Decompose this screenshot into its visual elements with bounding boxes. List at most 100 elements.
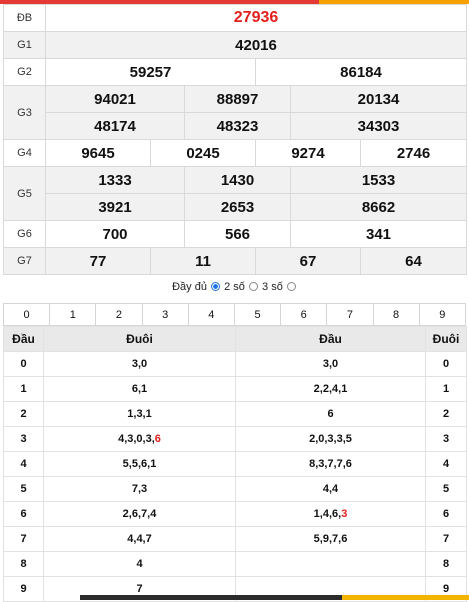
prize-number: 11 — [150, 247, 256, 275]
digit-filter-3[interactable]: 3 — [141, 303, 189, 326]
prize-number: 341 — [289, 220, 468, 248]
row-g7: G7 77 11 67 64 — [3, 247, 468, 275]
head-list — [235, 551, 426, 577]
head-digit: 1 — [3, 376, 44, 402]
table-row: 8 4 8 — [3, 551, 467, 577]
loto-table: Đầu Đuôi Đầu Đuôi 0 3,0 3,0 0 1 6,1 2,2,… — [3, 326, 467, 602]
head-digit: 6 — [3, 501, 44, 527]
digit-filter-5[interactable]: 5 — [233, 303, 282, 326]
table-row: 0 3,0 3,0 0 — [3, 351, 467, 377]
prize-number: 64 — [359, 247, 468, 275]
digit-filter: 0 1 2 3 4 5 6 7 8 9 — [2, 303, 467, 326]
table-row: 4 5,5,6,1 8,3,7,7,6 4 — [3, 451, 467, 477]
table-row: 6 2,6,7,4 1,4,6,3 6 — [3, 501, 467, 527]
digit-filter-9[interactable]: 9 — [418, 303, 467, 326]
special-tail-value: 6 — [154, 433, 161, 445]
special-head-value: 3 — [341, 508, 348, 520]
head-digit: 2 — [3, 401, 44, 427]
radio-3-digits[interactable] — [248, 281, 258, 291]
special-prize: 27936 — [44, 4, 468, 32]
tail-list: 2,6,7,4 — [43, 501, 236, 527]
prize-number: 3921 — [45, 193, 185, 221]
tail-digit: 8 — [425, 551, 467, 577]
display-options: Đầy đủ 2 số 3 số — [0, 281, 469, 293]
table-row: 2 1,3,1 6 2 — [3, 401, 467, 427]
tail-digit: 1 — [425, 376, 467, 402]
prize-number: 59257 — [45, 58, 256, 86]
bottom-banner-strip — [80, 595, 469, 600]
digit-filter-1[interactable]: 1 — [49, 303, 97, 326]
prize-number: 48323 — [184, 112, 291, 140]
head-digit: 9 — [3, 576, 44, 602]
radio-2-digits[interactable] — [211, 281, 221, 291]
header-dau: Đầu — [3, 326, 44, 352]
head-list: 1,4,6,3 — [235, 501, 426, 527]
prize-number: 1533 — [289, 166, 468, 194]
tail-digit: 6 — [425, 501, 467, 527]
tail-digit: 4 — [425, 451, 467, 477]
head-digit: 7 — [3, 526, 44, 552]
prize-number: 2653 — [184, 193, 291, 221]
prize-number: 67 — [255, 247, 361, 275]
head-list: 2,2,4,1 — [235, 376, 426, 402]
tail-list: 5,5,6,1 — [43, 451, 236, 477]
row-g3a: G3 94021 88897 20134 — [3, 85, 468, 140]
prize-label: G7 — [3, 247, 46, 275]
row-g6: G6 700 566 341 — [3, 220, 468, 248]
prize-number: 48174 — [45, 112, 185, 140]
digit-filter-6[interactable]: 6 — [280, 303, 328, 326]
prize-number: 94021 — [45, 85, 185, 113]
tail-digit: 7 — [425, 526, 467, 552]
head-digit: 5 — [3, 476, 44, 502]
loto-header: Đầu Đuôi Đầu Đuôi — [3, 326, 467, 352]
prize-number: 9645 — [45, 139, 151, 167]
tail-list: 6,1 — [43, 376, 236, 402]
prize-label: G6 — [3, 220, 46, 248]
row-g3b: 48174 48323 34303 — [4, 112, 468, 140]
digit-filter-4[interactable]: 4 — [187, 303, 235, 326]
tail-list: 4,3,0,3,6 — [43, 426, 236, 452]
table-row: 3 4,3,0,3,6 2,0,3,3,5 3 — [3, 426, 467, 452]
head-digit: 0 — [3, 351, 44, 377]
row-db: ĐB 27936 — [3, 4, 468, 32]
prize-label: G2 — [3, 58, 46, 86]
table-row: 1 6,1 2,2,4,1 1 — [3, 376, 467, 402]
prize-number: 86184 — [254, 58, 468, 86]
table-row: 7 4,4,7 5,9,7,6 7 — [3, 526, 467, 552]
tail-list: 1,3,1 — [43, 401, 236, 427]
digit-filter-0[interactable]: 0 — [2, 303, 51, 326]
digit-filter-2[interactable]: 2 — [95, 303, 143, 326]
radio-full[interactable] — [286, 281, 296, 291]
head-list: 3,0 — [235, 351, 426, 377]
head-list: 8,3,7,7,6 — [235, 451, 426, 477]
head-list: 6 — [235, 401, 426, 427]
prize-number: 1333 — [45, 166, 185, 194]
prize-number: 88897 — [184, 85, 291, 113]
prize-number: 1430 — [184, 166, 291, 194]
head-list: 5,9,7,6 — [235, 526, 426, 552]
results-table: ĐB 27936 G1 42016 G2 59257 86184 G3 9402… — [3, 4, 468, 275]
prize-number: 566 — [184, 220, 291, 248]
header-dau-right: Đầu — [235, 326, 426, 352]
tail-digit: 5 — [425, 476, 467, 502]
prize-label: G3 — [3, 85, 46, 140]
digit-filter-8[interactable]: 8 — [372, 303, 420, 326]
tail-list: 4 — [43, 551, 236, 577]
prize-number: 700 — [45, 220, 185, 248]
digit-filter-7[interactable]: 7 — [326, 303, 374, 326]
row-g4: G4 9645 0245 9274 2746 — [3, 139, 468, 167]
tail-digit: 0 — [425, 351, 467, 377]
row-g2: G2 59257 86184 — [3, 58, 468, 86]
tail-digit: 2 — [425, 401, 467, 427]
prize-number: 20134 — [289, 85, 468, 113]
header-duoi: Đuôi — [43, 326, 236, 352]
prize-label: G4 — [3, 139, 46, 167]
prize-number: 8662 — [289, 193, 468, 221]
prize-label: G5 — [3, 166, 46, 221]
option-three-label: 3 số — [262, 281, 283, 293]
prize-number: 34303 — [289, 112, 468, 140]
prize-number: 77 — [45, 247, 151, 275]
prize-number: 0245 — [150, 139, 256, 167]
head-digit: 4 — [3, 451, 44, 477]
prize-number: 9274 — [255, 139, 361, 167]
